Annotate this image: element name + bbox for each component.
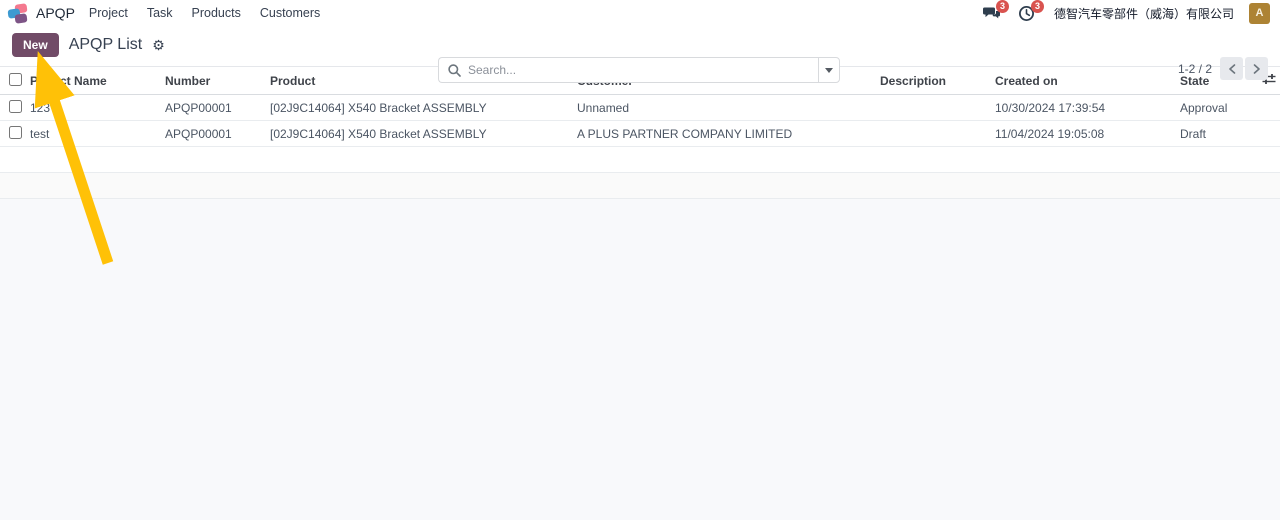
user-avatar[interactable]: A (1249, 3, 1270, 24)
select-all-checkbox-cell (0, 67, 30, 95)
app-brand[interactable]: APQP (8, 3, 75, 23)
chevron-left-icon (1228, 64, 1236, 74)
table-row[interactable]: test APQP00001 [02J9C14064] X540 Bracket… (0, 121, 1280, 147)
pager-next-button[interactable] (1245, 57, 1268, 80)
cell-project-name: 123 (30, 95, 165, 121)
table-row[interactable]: 123 APQP00001 [02J9C14064] X540 Bracket … (0, 95, 1280, 121)
row-checkbox-cell (0, 121, 30, 147)
activities-badge: 3 (1031, 0, 1044, 13)
gear-icon[interactable]: ⚙ (152, 38, 165, 52)
search-bar (438, 57, 840, 83)
app-brand-name[interactable]: APQP (36, 5, 75, 21)
search-box[interactable] (438, 57, 818, 83)
pager: 1-2 / 2 (1178, 57, 1268, 80)
cell-customer: Unnamed (577, 95, 880, 121)
cell-customer: A PLUS PARTNER COMPANY LIMITED (577, 121, 880, 147)
pager-previous-button[interactable] (1220, 57, 1243, 80)
top-navbar: APQP Project Task Products Customers 3 3… (0, 0, 1280, 26)
records-table: Project Name Number Product Customer Des… (0, 66, 1280, 199)
pager-range: 1-2 / 2 (1178, 62, 1212, 76)
main-menu: Project Task Products Customers (89, 6, 320, 20)
breadcrumb-title: APQP List (69, 36, 143, 54)
messages-badge: 3 (996, 0, 1009, 13)
cell-number: APQP00001 (165, 95, 270, 121)
cell-project-name: test (30, 121, 165, 147)
list-view: Project Name Number Product Customer Des… (0, 66, 1280, 199)
cell-description (880, 95, 995, 121)
menu-item-task[interactable]: Task (147, 6, 173, 20)
cell-state: Draft (1180, 121, 1258, 147)
column-header-project-name[interactable]: Project Name (30, 67, 165, 95)
select-all-checkbox[interactable] (9, 73, 22, 86)
chevron-right-icon (1253, 64, 1261, 74)
menu-item-products[interactable]: Products (192, 6, 241, 20)
row-checkbox-cell (0, 95, 30, 121)
cell-created-on: 10/30/2024 17:39:54 (995, 95, 1180, 121)
systray: 3 3 德智汽车零部件（威海）有限公司 A (982, 3, 1270, 24)
chevron-down-icon (825, 68, 833, 73)
cell-number: APQP00001 (165, 121, 270, 147)
search-icon (448, 64, 461, 77)
messages-button[interactable]: 3 (982, 4, 1002, 22)
cell-created-on: 11/04/2024 19:05:08 (995, 121, 1180, 147)
cell-product: [02J9C14064] X540 Bracket ASSEMBLY (270, 121, 577, 147)
cell-description (880, 121, 995, 147)
empty-row (0, 147, 1280, 173)
new-button[interactable]: New (12, 33, 59, 57)
column-header-description[interactable]: Description (880, 67, 995, 95)
cell-product: [02J9C14064] X540 Bracket ASSEMBLY (270, 95, 577, 121)
app-logo-icon (8, 3, 28, 23)
control-panel: New APQP List ⚙ 1-2 / 2 (0, 26, 1280, 66)
menu-item-customers[interactable]: Customers (260, 6, 320, 20)
column-header-number[interactable]: Number (165, 67, 270, 95)
column-header-created-on[interactable]: Created on (995, 67, 1180, 95)
search-input[interactable] (468, 63, 809, 77)
cell-state: Approval (1180, 95, 1258, 121)
company-name[interactable]: 德智汽车零部件（威海）有限公司 (1054, 5, 1234, 22)
activities-button[interactable]: 3 (1017, 4, 1037, 22)
menu-item-project[interactable]: Project (89, 6, 128, 20)
search-options-toggle[interactable] (818, 57, 840, 83)
empty-row (0, 173, 1280, 199)
row-checkbox[interactable] (9, 126, 22, 139)
row-checkbox[interactable] (9, 100, 22, 113)
